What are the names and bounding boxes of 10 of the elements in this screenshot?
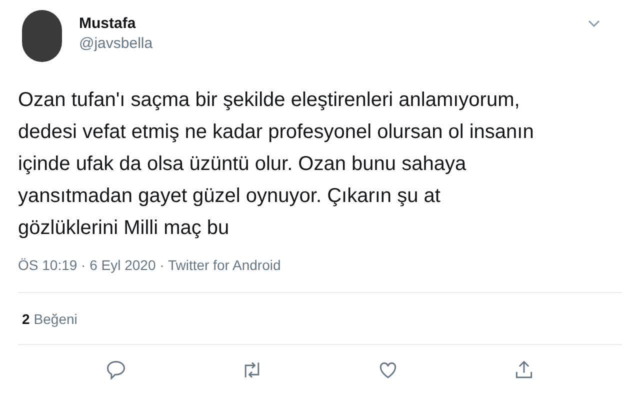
- share-icon[interactable]: [513, 359, 535, 381]
- chevron-down-icon[interactable]: [588, 20, 600, 28]
- author-name[interactable]: Mustafa: [79, 14, 153, 34]
- like-count[interactable]: 2: [22, 309, 30, 330]
- avatar-photo-placeholder[interactable]: [22, 10, 62, 62]
- tweet-text: Ozan tufan'ı saçma bir şekilde eleştirenleri anlamıyorum, dedesi vefat etmiş ne kadar profesyonel olursan ol insanın içinde ufak da olsa üzüntü olur. Ozan bunu sahaya yansıtmadan gayet güzel oynuyor. Çıkarın şu at gözlüklerini Milli maç bu: [18, 88, 535, 241]
- like-label[interactable]: Beğeni: [34, 309, 78, 330]
- author-handle[interactable]: @javsbella: [79, 34, 153, 54]
- reply-icon[interactable]: [105, 359, 127, 381]
- tweet-timestamp[interactable]: ÖS 10:19 · 6 Eyl 2020 · Twitter for Android: [18, 255, 622, 275]
